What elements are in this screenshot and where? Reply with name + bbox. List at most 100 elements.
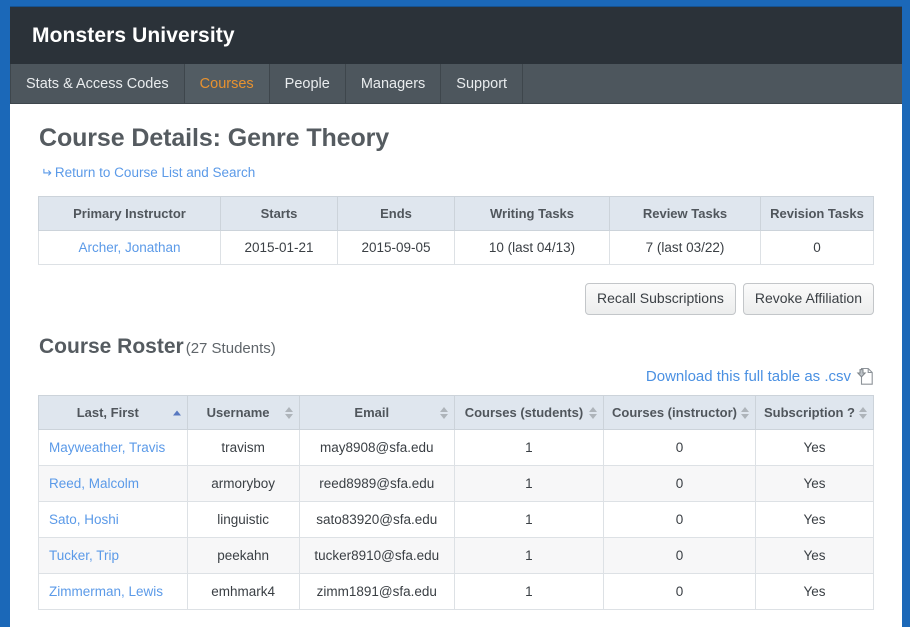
- student-link[interactable]: Reed, Malcolm: [49, 476, 139, 491]
- col-email-label: Email: [354, 405, 390, 421]
- roster-student-count: (27 Students): [185, 340, 276, 358]
- cell-email: sato83920@sfa.edu: [298, 501, 455, 539]
- col-review-tasks: Review Tasks: [609, 196, 761, 231]
- cell-email: zimm1891@sfa.edu: [298, 573, 455, 611]
- student-link[interactable]: Sato, Hoshi: [49, 512, 119, 527]
- nav-item-support[interactable]: Support: [441, 64, 524, 103]
- sort-asc-icon: [589, 406, 598, 412]
- cell-starts: 2015-01-21: [220, 230, 338, 265]
- course-info-table: Primary Instructor Starts Ends Writing T…: [38, 196, 874, 265]
- sort-indicator-courses-instructor[interactable]: [741, 406, 749, 419]
- main-navigation: Stats & Access Codes Courses People Mana…: [10, 64, 902, 104]
- cell-name: Mayweather, Travis: [38, 429, 188, 467]
- cell-subscription: Yes: [755, 573, 874, 611]
- col-primary-instructor: Primary Instructor: [38, 196, 221, 231]
- cell-username: armoryboy: [186, 465, 300, 503]
- cell-ends: 2015-09-05: [337, 230, 455, 265]
- sort-indicator-username[interactable]: [284, 406, 293, 419]
- col-courses-instructor[interactable]: Courses (instructor): [603, 395, 756, 431]
- nav-item-managers[interactable]: Managers: [346, 64, 442, 103]
- return-arrow-icon: ↵: [41, 165, 52, 180]
- col-writing-tasks: Writing Tasks: [454, 196, 610, 231]
- student-link[interactable]: Tucker, Trip: [49, 548, 119, 563]
- student-link[interactable]: Zimmerman, Lewis: [49, 584, 163, 599]
- return-to-course-list-link[interactable]: ↵ Return to Course List and Search: [41, 165, 255, 181]
- course-roster-heading: Course Roster (27 Students): [39, 335, 874, 359]
- download-row: Download this full table as .csv: [38, 367, 874, 386]
- col-subscription-label: Subscription ?: [764, 405, 855, 421]
- cell-courses-instructor: 0: [603, 501, 756, 539]
- cell-primary-instructor: Archer, Jonathan: [38, 230, 221, 265]
- sort-asc-icon: [284, 406, 293, 412]
- sort-desc-icon: [589, 413, 598, 419]
- col-starts: Starts: [220, 196, 338, 231]
- cell-courses-students: 1: [453, 573, 605, 611]
- col-courses-students[interactable]: Courses (students): [453, 395, 605, 431]
- course-info-row: Archer, Jonathan 2015-01-21 2015-09-05 1…: [38, 230, 874, 265]
- instructor-link[interactable]: Archer, Jonathan: [78, 240, 180, 255]
- page-viewport: Monsters University Stats & Access Codes…: [10, 6, 902, 627]
- cell-courses-instructor: 0: [603, 429, 756, 467]
- sort-desc-icon: [741, 413, 749, 419]
- col-subscription[interactable]: Subscription ?: [755, 395, 874, 431]
- col-courses-students-label: Courses (students): [464, 405, 584, 421]
- col-courses-instructor-label: Courses (instructor): [612, 405, 737, 421]
- download-csv-link[interactable]: Download this full table as .csv: [646, 367, 874, 386]
- cell-username: linguistic: [186, 501, 300, 539]
- cell-courses-students: 1: [453, 465, 605, 503]
- cell-email: may8908@sfa.edu: [298, 429, 455, 467]
- col-ends: Ends: [337, 196, 455, 231]
- table-row: Mayweather, Travis travism may8908@sfa.e…: [38, 429, 874, 467]
- page-body: Course Details: Genre Theory ↵ Return to …: [10, 124, 902, 627]
- cell-name: Sato, Hoshi: [38, 501, 188, 539]
- cell-name: Reed, Malcolm: [38, 465, 188, 503]
- col-username[interactable]: Username: [186, 395, 300, 431]
- sort-desc-icon: [284, 413, 293, 419]
- cell-subscription: Yes: [755, 429, 874, 467]
- col-email[interactable]: Email: [298, 395, 455, 431]
- table-row: Sato, Hoshi linguistic sato83920@sfa.edu…: [38, 501, 874, 539]
- cell-username: emhmark4: [186, 573, 300, 611]
- table-row: Zimmerman, Lewis emhmark4 zimm1891@sfa.e…: [38, 573, 874, 611]
- recall-subscriptions-button[interactable]: Recall Subscriptions: [585, 283, 736, 316]
- student-link[interactable]: Mayweather, Travis: [49, 440, 165, 455]
- cell-courses-instructor: 0: [603, 573, 756, 611]
- cell-review-tasks: 7 (last 03/22): [609, 230, 761, 265]
- col-username-label: Username: [206, 405, 270, 421]
- sort-asc-icon: [439, 406, 448, 412]
- cell-subscription: Yes: [755, 465, 874, 503]
- browser-window-frame: Monsters University Stats & Access Codes…: [0, 0, 910, 627]
- course-roster-table: Last, First Username Email Courses (stud…: [38, 395, 874, 611]
- roster-header-row: Last, First Username Email Courses (stud…: [38, 395, 874, 431]
- nav-item-stats-access-codes[interactable]: Stats & Access Codes: [10, 64, 185, 103]
- cell-subscription: Yes: [755, 537, 874, 575]
- course-info-table-wrapper: Primary Instructor Starts Ends Writing T…: [38, 196, 874, 265]
- col-last-first-label: Last, First: [76, 405, 139, 421]
- page-title: Course Details: Genre Theory: [39, 124, 390, 152]
- action-buttons-group: Recall Subscriptions Revoke Affiliation: [38, 283, 874, 316]
- cell-courses-students: 1: [453, 429, 605, 467]
- nav-item-courses[interactable]: Courses: [184, 64, 270, 103]
- table-row: Reed, Malcolm armoryboy reed8989@sfa.edu…: [38, 465, 874, 503]
- cell-revision-tasks: 0: [760, 230, 874, 265]
- app-header: Monsters University: [10, 7, 902, 64]
- col-last-first[interactable]: Last, First: [38, 395, 188, 431]
- revoke-affiliation-button[interactable]: Revoke Affiliation: [742, 283, 874, 316]
- cell-username: peekahn: [186, 537, 300, 575]
- course-info-header-row: Primary Instructor Starts Ends Writing T…: [38, 196, 874, 231]
- download-csv-label: Download this full table as .csv: [645, 368, 851, 386]
- sort-indicator-courses-students[interactable]: [589, 406, 598, 419]
- cell-name: Zimmerman, Lewis: [38, 573, 188, 611]
- roster-title: Course Roster: [39, 335, 184, 359]
- table-row: Tucker, Trip peekahn tucker8910@sfa.edu …: [38, 537, 874, 575]
- cell-courses-instructor: 0: [603, 537, 756, 575]
- sort-asc-icon: [741, 406, 749, 412]
- cell-email: tucker8910@sfa.edu: [298, 537, 455, 575]
- cell-email: reed8989@sfa.edu: [298, 465, 455, 503]
- sort-asc-icon: [859, 406, 867, 412]
- sort-indicator-subscription[interactable]: [859, 406, 867, 419]
- sort-indicator-email[interactable]: [439, 406, 448, 419]
- nav-item-people[interactable]: People: [270, 64, 346, 103]
- return-link-label: Return to Course List and Search: [54, 165, 256, 180]
- sort-indicator-last-first[interactable]: [172, 410, 181, 416]
